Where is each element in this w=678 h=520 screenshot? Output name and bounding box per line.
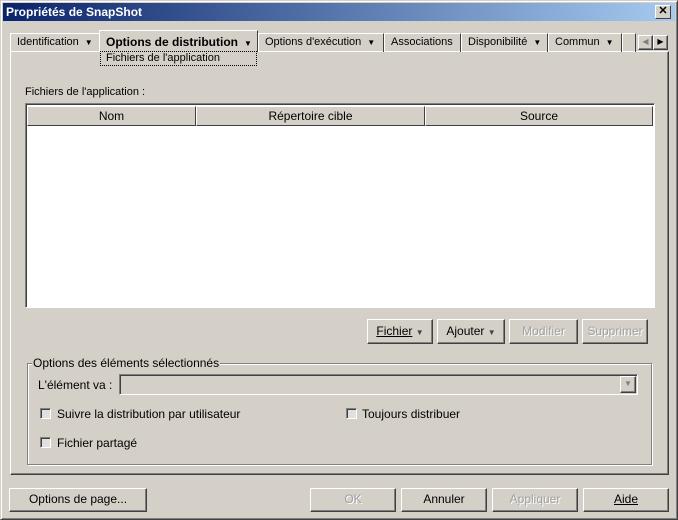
chevron-down-icon: ▼ — [84, 38, 93, 47]
fichier-button[interactable]: Fichier ▼ — [367, 319, 433, 344]
modifier-button[interactable]: Modifier — [509, 319, 578, 344]
subtab-fichiers-application[interactable]: Fichiers de l'application — [100, 51, 257, 66]
dropdown-arrow-icon[interactable]: ▼ — [620, 376, 636, 393]
element-combobox[interactable]: ▼ — [119, 374, 638, 395]
toujours-checkbox[interactable] — [346, 408, 357, 419]
chevron-down-icon: ▼ — [415, 328, 424, 337]
page-options-button[interactable]: Options de page... — [9, 488, 147, 512]
suivre-checkbox[interactable] — [40, 408, 51, 419]
annuler-button[interactable]: Annuler — [401, 488, 487, 512]
close-button[interactable]: ✕ — [655, 5, 671, 19]
tab-label: Identification — [17, 36, 79, 48]
tab-label: Commun — [555, 36, 600, 48]
chevron-down-icon: ▼ — [244, 39, 252, 48]
tab-label: Options d'exécution — [265, 36, 362, 48]
group-legend: Options des éléments sélectionnés — [32, 356, 221, 370]
tab-disponibilite[interactable]: Disponibilité ▼ — [461, 33, 548, 52]
tab-options-de-distribution[interactable]: Options de distribution ▼ — [99, 30, 258, 52]
tab-associations[interactable]: Associations — [384, 33, 461, 52]
button-label: Aide — [613, 492, 639, 506]
aide-button[interactable]: Aide — [583, 488, 669, 512]
column-header-source[interactable]: Source — [425, 106, 653, 126]
chevron-down-icon: ▼ — [367, 38, 376, 47]
tab-label: Associations — [391, 36, 453, 48]
tab-partial[interactable] — [622, 33, 636, 52]
tab-label: Disponibilité — [468, 36, 528, 48]
window-title: Propriétés de SnapShot — [6, 5, 143, 19]
tab-label: Options de distribution — [106, 35, 238, 49]
tab-identification[interactable]: Identification ▼ — [10, 33, 100, 52]
supprimer-button[interactable]: Supprimer — [582, 319, 648, 344]
column-header-nom[interactable]: Nom — [27, 106, 196, 126]
button-label: Fichier — [376, 324, 413, 338]
files-label: Fichiers de l'application : — [25, 86, 146, 98]
chevron-down-icon: ▼ — [487, 328, 496, 337]
tab-scroll-right-icon[interactable]: ▶ — [653, 35, 668, 50]
partage-label[interactable]: Fichier partagé — [57, 436, 137, 450]
ajouter-button[interactable]: Ajouter ▼ — [437, 319, 505, 344]
title-bar: Propriétés de SnapShot ✕ — [3, 3, 675, 21]
tab-scroll-left-icon[interactable]: ◀ — [638, 35, 653, 50]
toujours-label[interactable]: Toujours distribuer — [362, 407, 460, 421]
ok-button[interactable]: OK — [310, 488, 396, 512]
tab-commun[interactable]: Commun ▼ — [548, 33, 622, 52]
files-list[interactable]: Nom Répertoire cible Source — [25, 103, 655, 308]
chevron-down-icon: ▼ — [533, 38, 542, 47]
chevron-down-icon: ▼ — [605, 38, 614, 47]
partage-checkbox[interactable] — [40, 437, 51, 448]
appliquer-button[interactable]: Appliquer — [492, 488, 578, 512]
suivre-label[interactable]: Suivre la distribution par utilisateur — [57, 407, 240, 421]
button-label: Ajouter — [446, 324, 485, 338]
column-header-repertoire[interactable]: Répertoire cible — [196, 106, 425, 126]
element-label: L'élément va : — [38, 378, 113, 392]
tab-options-execution[interactable]: Options d'exécution ▼ — [258, 33, 384, 52]
